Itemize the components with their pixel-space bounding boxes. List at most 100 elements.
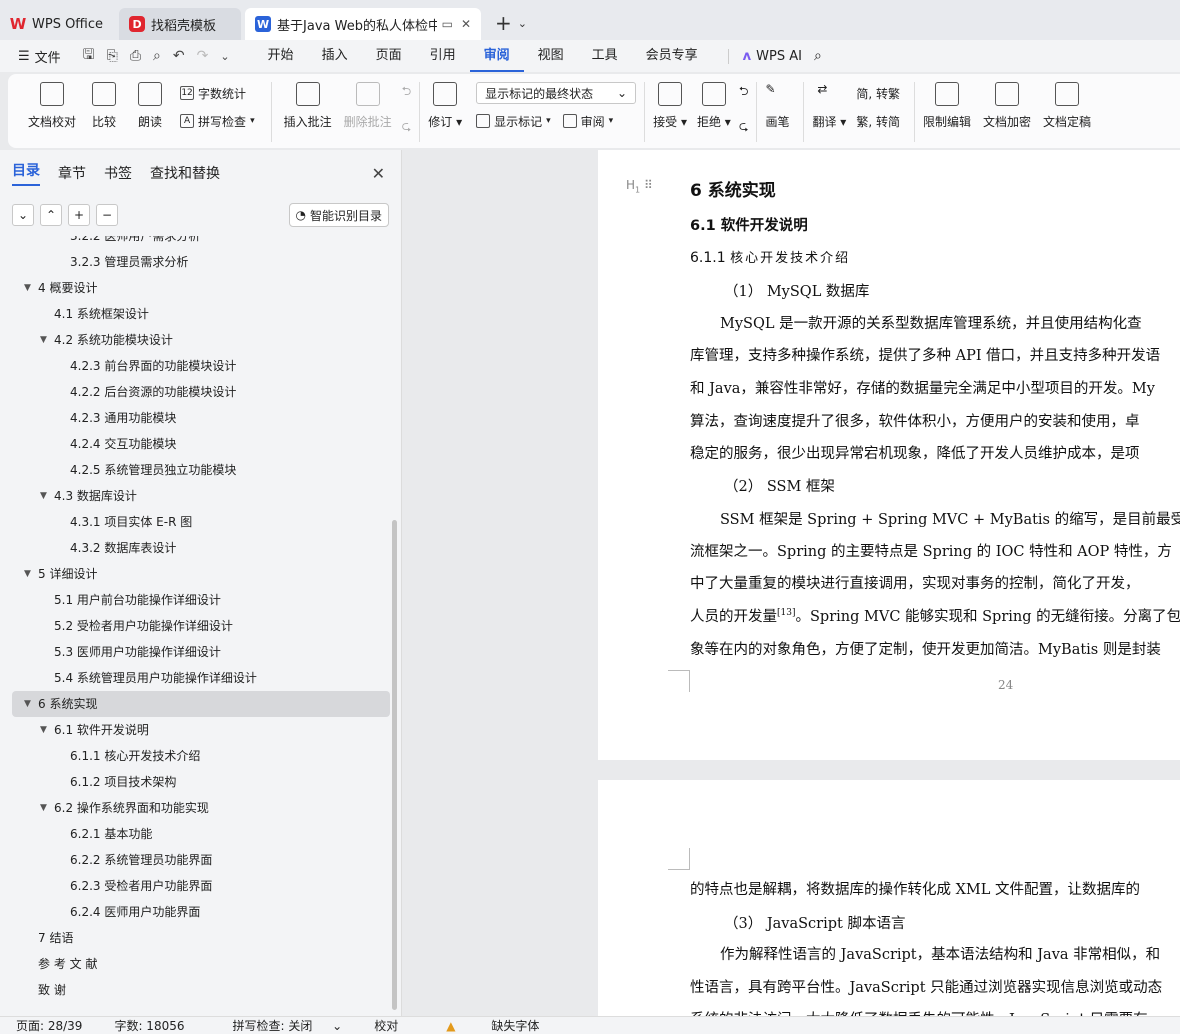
toc-item[interactable]: 参 考 文 献 [0, 951, 392, 977]
chevron-down-icon[interactable]: ⌄ [518, 17, 527, 30]
doc-encrypt-button[interactable]: 文档加密 [983, 82, 1031, 130]
toc-item[interactable]: 4.3.1 项目实体 E-R 图 [0, 509, 392, 535]
save-icon[interactable]: 🖫 [83, 44, 95, 68]
toc-item[interactable]: ▼ 4.2 系统功能模块设计 [0, 327, 392, 353]
expand-arrow-icon[interactable]: ▼ [40, 327, 47, 353]
toc-item[interactable]: 4.2.4 交互功能模块 [0, 431, 392, 457]
expand-arrow-icon[interactable]: ▼ [40, 483, 47, 509]
tab-find-replace[interactable]: 查找和替换 [150, 163, 220, 183]
delete-comment-button[interactable]: 删除批注 [344, 82, 392, 130]
file-menu[interactable]: ☰ 文件 [0, 47, 61, 66]
toc-item[interactable]: 6.1.1 核心开发技术介绍 [0, 743, 392, 769]
prev-comment-icon[interactable]: ⮌ [402, 82, 412, 103]
tab-bookmark[interactable]: 书签 [104, 163, 132, 183]
restrict-edit-button[interactable]: 限制编辑 [923, 82, 971, 130]
insert-comment-button[interactable]: 插入批注 [284, 82, 332, 130]
reject-button[interactable]: 拒绝 ▾ [697, 82, 731, 130]
toc-item[interactable]: ▼ 6.2 操作系统界面和功能实现 [0, 795, 392, 821]
word-count[interactable]: 字数: 18056 [98, 1017, 200, 1034]
share-icon[interactable]: ⎘ [107, 48, 118, 64]
monitor-icon[interactable]: ▭ [442, 17, 453, 31]
next-comment-icon[interactable]: ⮎ [402, 117, 412, 138]
to-traditional-button[interactable]: 简, 转繁 [856, 82, 900, 104]
markup-state-select[interactable]: 显示标记的最终状态 ⌄ [476, 82, 637, 104]
wps-ai-button[interactable]: ʌ WPS AI [727, 48, 802, 64]
menu-member[interactable]: 会员专享 [632, 40, 712, 72]
page-count[interactable]: 页面: 28/39 [0, 1017, 98, 1034]
remove-level-button[interactable]: − [96, 204, 118, 226]
menu-references[interactable]: 引用 [416, 40, 470, 72]
review-pane-button[interactable]: 审阅 ▾ [562, 110, 613, 132]
spell-check-button[interactable]: A 拼写检查 ▾ [180, 110, 255, 132]
menu-review[interactable]: 审阅 [469, 40, 524, 72]
print-preview-icon[interactable]: ⌕ [153, 48, 161, 64]
tab-template[interactable]: D 找稻壳模板 [119, 8, 242, 40]
pen-button[interactable]: ✎ 画笔 [765, 82, 789, 130]
menu-home[interactable]: 开始 [254, 40, 308, 72]
tab-toc[interactable]: 目录 [12, 160, 40, 186]
toc-item[interactable]: 致 谢 [0, 977, 392, 1003]
next-change-icon[interactable]: ⮎ [739, 117, 749, 138]
accept-button[interactable]: 接受 ▾ [653, 82, 687, 130]
redo-icon[interactable]: ↷ [197, 48, 209, 64]
toc-scrollbar[interactable] [392, 520, 397, 1010]
revise-button[interactable]: 修订 ▾ [428, 82, 462, 130]
new-tab-icon[interactable]: + [495, 11, 512, 35]
tab-wps-office[interactable]: W WPS Office [0, 8, 113, 40]
toc-item[interactable]: ▼ 6.1 软件开发说明 [0, 717, 392, 743]
toc-item[interactable]: 6.2.3 受检者用户功能界面 [0, 873, 392, 899]
toc-item[interactable]: 6.2.1 基本功能 [0, 821, 392, 847]
menu-page[interactable]: 页面 [362, 40, 416, 72]
spell-check-status[interactable]: 拼写检查: 关闭 ⌄ [201, 1017, 359, 1034]
search-icon[interactable]: ⌕ [814, 48, 822, 64]
compare-button[interactable]: 比较 [92, 82, 116, 130]
toc-item[interactable]: ▼ 4 概要设计 [0, 275, 392, 301]
heading-marker-icon[interactable]: H1 ⠿ [626, 178, 653, 194]
toc-item[interactable]: 4.2.5 系统管理员独立功能模块 [0, 457, 392, 483]
missing-font-status[interactable]: ▲ 缺失字体 [414, 1017, 571, 1034]
expand-arrow-icon[interactable]: ▼ [24, 561, 31, 587]
toc-item[interactable]: 4.1 系统框架设计 [0, 301, 392, 327]
print-icon[interactable]: ⎙ [130, 48, 141, 64]
toc-item[interactable]: 5.4 系统管理员用户功能操作详细设计 [0, 665, 392, 691]
undo-icon[interactable]: ↶ [173, 48, 185, 64]
word-count-button[interactable]: 12 字数统计 [180, 82, 255, 104]
doc-finalize-button[interactable]: 文档定稿 [1043, 82, 1091, 130]
toc-item[interactable]: 6.1.2 项目技术架构 [0, 769, 392, 795]
chevron-down-icon[interactable]: ⌄ [220, 50, 229, 63]
prev-change-icon[interactable]: ⮌ [739, 82, 749, 103]
toc-item[interactable]: 4.3.2 数据库表设计 [0, 535, 392, 561]
toc-item[interactable]: 5.2 受检者用户功能操作详细设计 [0, 613, 392, 639]
toc-item[interactable]: 5.1 用户前台功能操作详细设计 [0, 587, 392, 613]
toc-item[interactable]: 4.2.3 前台界面的功能模块设计 [0, 353, 392, 379]
collapse-up-button[interactable]: ⌃ [40, 204, 62, 226]
expand-arrow-icon[interactable]: ▼ [40, 795, 47, 821]
smart-toc-button[interactable]: ◔ 智能识别目录 [288, 203, 389, 227]
toc-item[interactable]: ▼ 5 详细设计 [0, 561, 392, 587]
menu-insert[interactable]: 插入 [308, 40, 362, 72]
proofread-status[interactable]: 校对 [358, 1017, 414, 1034]
expand-arrow-icon[interactable]: ▼ [24, 275, 31, 301]
toc-item[interactable]: ▼ 6 系统实现 [12, 691, 390, 717]
menu-tools[interactable]: 工具 [578, 40, 632, 72]
to-simplified-button[interactable]: 繁, 转简 [856, 110, 900, 132]
toc-item[interactable]: 5.3 医师用户功能操作详细设计 [0, 639, 392, 665]
expand-arrow-icon[interactable]: ▼ [24, 691, 31, 717]
toc-item[interactable]: 6.2.2 系统管理员功能界面 [0, 847, 392, 873]
tab-chapter[interactable]: 章节 [58, 163, 86, 183]
toc-item[interactable]: 4.2.2 后台资源的功能模块设计 [0, 379, 392, 405]
show-markup-button[interactable]: 显示标记 ▾ [476, 110, 551, 132]
toc-item[interactable]: ▼ 4.3 数据库设计 [0, 483, 392, 509]
toc-item[interactable]: 7 结语 [0, 925, 392, 951]
tab-document[interactable]: W 基于Java Web的私人体检中心 ▭ ✕ [245, 8, 482, 40]
translate-button[interactable]: ⇄ 翻译 ▾ [812, 82, 846, 130]
toc-item[interactable]: 3.2.3 管理员需求分析 [0, 249, 392, 275]
expand-down-button[interactable]: ⌄ [12, 204, 34, 226]
menu-view[interactable]: 视图 [524, 40, 578, 72]
toc-item[interactable]: 6.2.4 医师用户功能界面 [0, 899, 392, 925]
toc-item[interactable]: 4.2.3 通用功能模块 [0, 405, 392, 431]
toc-item[interactable]: 3.2.2 医师用户需求分析 [0, 236, 392, 249]
close-icon[interactable]: ✕ [372, 164, 385, 183]
expand-arrow-icon[interactable]: ▼ [40, 717, 47, 743]
add-level-button[interactable]: + [68, 204, 90, 226]
